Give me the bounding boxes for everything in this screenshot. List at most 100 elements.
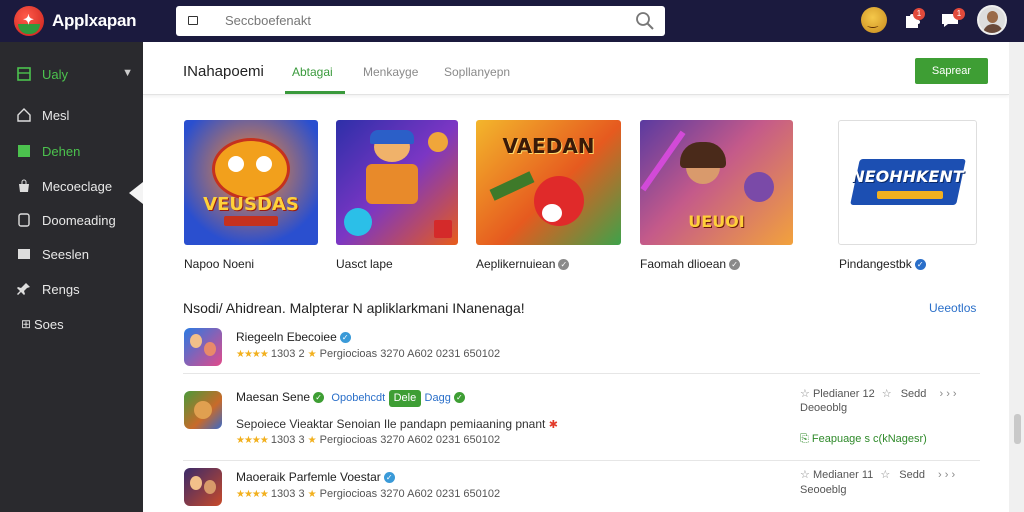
side-title: Pledianer 12 [812,388,875,400]
avatar[interactable] [977,5,1007,35]
emoji-art [428,132,448,152]
side-title: Medianer 11 [812,469,874,481]
star-outline-icon[interactable]: ☆ [880,469,890,481]
sidebar-item-label: Mecoeclage [42,178,113,194]
featured-card-label: Faomah dlioean [640,257,727,271]
sidebar: Ualy ▼ Mesl Dehen Mecoeclage Doomeading … [0,42,143,512]
scrollbar-thumb[interactable] [1014,414,1021,444]
face-art [204,480,216,494]
meta-text: Pergiocioas 3270 A602 0231 650102 [319,348,501,360]
see-all-link[interactable]: Ueeotlos [929,301,976,315]
app-name[interactable]: Maesan Sene ✓ Opobehcdt Dele Dagg ✓ [236,390,465,407]
meta-text: Pergiocioas 3270 A602 0231 650102 [319,488,501,500]
verified-icon: ✓ [339,332,351,344]
star-icon: ★ [307,349,317,360]
app-title: Applxapan [52,11,137,30]
weapon-art [489,171,535,201]
featured-card[interactable]: UEUOI [640,120,793,245]
featured-card[interactable]: VAEDAN [476,120,621,245]
developer-link[interactable]: Opobehcdt [331,392,385,404]
featured-card[interactable] [336,120,458,245]
featured-card-title[interactable]: Aeplikernuiean ✓ [476,257,570,271]
section-title: Nsodi/ Ahidrean. Malpterar N apliklarkma… [183,300,525,316]
sidebar-item-label: Doomeading [42,212,116,228]
list-item[interactable]: Riegeeln Ebecoiee ✓ ★★★★ 1303 2 ★ Pergioc… [183,324,980,374]
featured-card-label: Aeplikernuiean [476,257,556,271]
featured-card-title[interactable]: Napoo Noeni [184,257,254,271]
page-title: INahapoemi [183,63,264,80]
sidebar-item-soes[interactable]: ⊞ Soes [0,309,143,339]
sidebar-item-label: Soes [34,316,64,332]
logo-ribbon [224,216,278,226]
sidebar-item-mesl[interactable]: Mesl [0,100,143,130]
search-input[interactable]: Seccboefenakt [225,13,311,28]
top-bar: ✦ Applxapan Seccboefenakt 1 1 [0,0,1024,42]
sidebar-item-dehen[interactable]: Dehen [0,136,143,166]
list-item[interactable]: Maesan Sene ✓ Opobehcdt Dele Dagg ✓ Sepoie… [183,375,980,461]
featured-card[interactable]: NEOHHKENT [838,120,977,245]
star-outline-icon[interactable]: ☆ [882,388,892,400]
chevron-down-icon[interactable]: ▼ [122,67,133,79]
rating-count: 1303 3 [270,488,305,500]
game-logo-text: VEUSDAS [203,194,299,215]
body-art [366,164,418,204]
featured-card-label: Pindangestbk [839,257,912,271]
sidebar-item-doomeading[interactable]: Doomeading [0,205,143,235]
badge-art [434,220,452,238]
eye-art [256,156,272,172]
tab-abtagai[interactable]: Abtagai [292,65,333,79]
sidebar-item-label: Mesl [42,107,70,123]
pin-icon [16,281,32,297]
sidebar-item-seeslen[interactable]: Seeslen [0,239,143,269]
featured-card-title[interactable]: Uasct lape [336,257,393,271]
side-link[interactable]: ⎘ Feapuage s c(kNagesr) [800,433,927,446]
logo-stripe [877,191,943,199]
active-item-indicator [129,182,143,204]
sword-art [640,130,686,192]
window-icon [188,16,198,25]
phone-icon [16,212,32,228]
tag-chip[interactable]: Dele [388,390,422,407]
category-icon [16,143,32,159]
page-header: INahapoemi Abtagai Menkayge Sopllanyepn … [143,42,1009,95]
featured-card-title[interactable]: Faomah dlioean ✓ [640,257,741,271]
verified-icon: ✓ [914,259,926,271]
face-art [204,342,216,356]
side-link-label: Feapuage s c(kNagesr) [811,433,927,445]
star-rating-icon: ★★★★ [236,489,269,500]
search-bar[interactable]: Seccboefenakt [176,6,665,36]
tab-menkayge[interactable]: Menkayge [363,65,418,79]
eye-art [228,156,244,172]
character-art [744,172,774,202]
star-outline-icon[interactable]: ☆ [800,388,810,400]
app-name[interactable]: Maoeraik Parfemle Voestar ✓ [236,470,395,484]
app-name[interactable]: Riegeeln Ebecoiee ✓ [236,330,351,344]
sidebar-item-ualy[interactable]: Ualy ▼ [0,59,143,89]
side-action[interactable]: Sedd [901,388,927,400]
side-action[interactable]: Sedd [899,469,925,481]
heart-icon: ✱ [548,419,558,431]
game-logo-text: VAEDAN [502,134,595,158]
list-item[interactable]: Maoeraik Parfemle Voestar ✓ ★★★★ 1303 3 ★… [183,462,980,512]
search-icon[interactable] [635,11,655,31]
cap-art [370,130,414,144]
verified-icon: ✓ [313,392,325,404]
app-icon [184,468,222,506]
character-art [212,138,290,200]
primary-action-button[interactable]: Saprear [915,58,988,84]
rating-count: 1303 3 [270,434,305,446]
smiley-icon[interactable] [861,7,887,33]
app-logo-icon[interactable]: ✦ [14,6,44,36]
link-icon: ⎘ [800,433,809,445]
app-meta: ★★★★ 1303 3 ★ Pergiocioas 3270 A602 0231… [236,488,500,500]
sidebar-item-mecoeclage[interactable]: Mecoeclage [0,171,143,201]
star-outline-icon[interactable]: ☆ [800,469,810,481]
sidebar-item-rengs[interactable]: Rengs [0,274,143,304]
game-logo-text: NEOHHKENT [851,167,964,186]
tag-link[interactable]: Dagg [425,392,451,404]
tab-sopllanyepn[interactable]: Sopllanyepn [444,65,510,79]
featured-card-title[interactable]: Pindangestbk ✓ [839,257,926,271]
more-arrows-icon[interactable]: › › › [939,388,956,400]
more-arrows-icon[interactable]: › › › [938,469,955,481]
featured-card[interactable]: VEUSDAS [184,120,318,245]
